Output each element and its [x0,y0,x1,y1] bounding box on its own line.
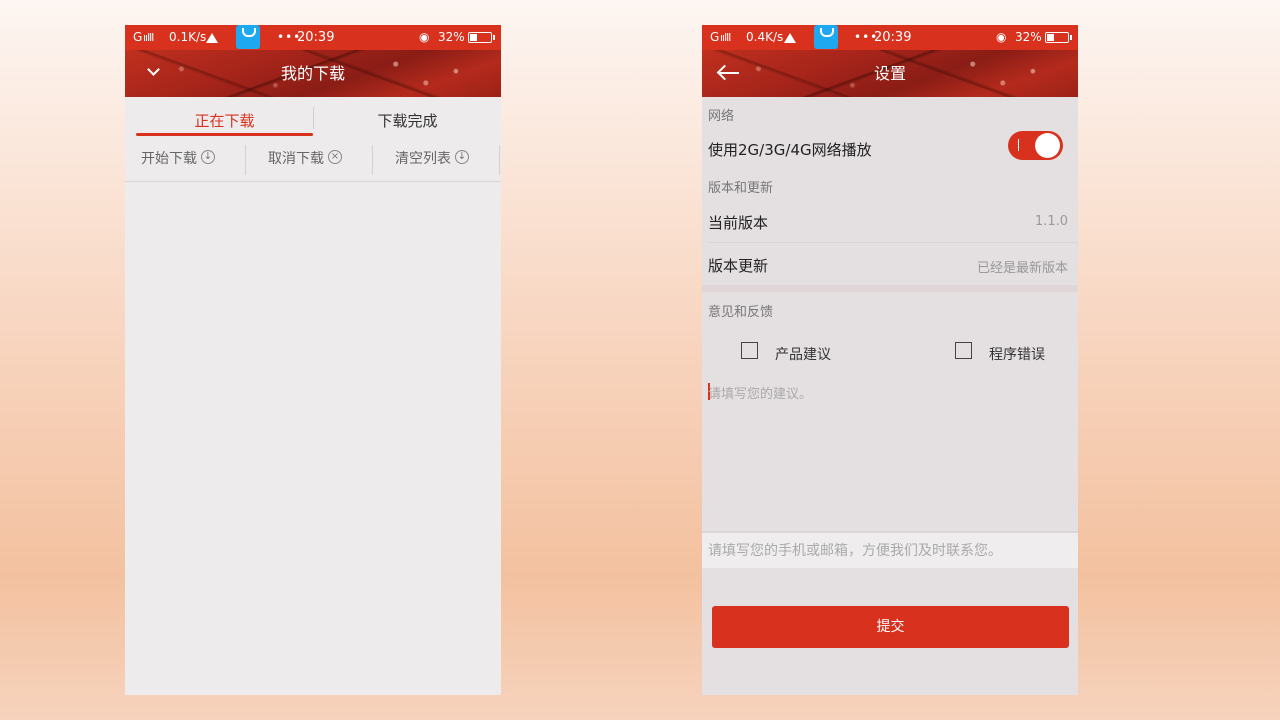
active-tab-indicator [136,133,313,136]
battery-percent: 32% [438,30,465,44]
feedback-placeholder: 请填写您的建议。 [708,387,813,402]
download-arrow-icon: ↓ [455,150,469,164]
signal-indicator: G [133,30,143,44]
current-version-value: 1.1.0 [1034,214,1068,229]
section-version: 版本和更新 [708,181,774,196]
page-title: 我的下载 [280,64,345,83]
vivo-store-icon [814,25,838,49]
submit-button[interactable]: 提交 [712,606,1069,648]
download-tabs: 正在下载 下载完成 [125,97,501,139]
clear-list-label: 清空列表 [395,151,451,167]
current-version-label: 当前版本 [708,214,769,232]
version-update-status: 已经是最新版本 [976,261,1068,276]
status-bar: G ıılll 0.1K/s ••• 20:39 ◉ 32% [125,25,501,50]
bug-report-checkbox[interactable] [955,342,972,359]
settings-screen: G ıılll 0.4K/s ••• 20:39 ◉ 32% 设置 网络 使用2… [702,25,1078,695]
signal-bars-icon: ıılll [143,31,154,44]
warning-icon [206,33,218,43]
header-banner: 我的下载 [125,50,501,97]
vivo-store-icon [236,25,260,49]
product-suggestion-label: 产品建议 [775,347,831,363]
toolbar-divider [245,145,246,175]
tab-completed[interactable]: 下载完成 [314,97,501,139]
network-playback-toggle[interactable] [1008,131,1063,160]
download-arrow-icon: ↓ [201,150,215,164]
network-playback-label: 使用2G/3G/4G网络播放 [708,141,872,159]
cancel-download-label: 取消下载 [268,151,324,167]
feedback-textarea[interactable]: 请填写您的建议。 [708,381,1072,521]
download-toolbar: 开始下载 ↓ 取消下载 × 清空列表 ↓ [125,139,501,182]
battery-icon [468,32,495,43]
product-suggestion-checkbox[interactable] [741,342,758,359]
clock: 20:39 [874,30,912,45]
toggle-knob [1035,133,1060,158]
warning-icon [784,33,796,43]
toolbar-divider [499,145,500,175]
page-title: 设置 [873,64,906,83]
start-download-button[interactable]: 开始下载 ↓ [141,139,215,181]
header-banner: 设置 [702,50,1078,97]
clear-list-button[interactable]: 清空列表 ↓ [395,139,469,181]
start-download-label: 开始下载 [141,151,197,167]
wifi-icon: ◉ [996,30,1007,44]
contact-input[interactable]: 请填写您的手机或邮箱，方便我们及时联系您。 [702,531,1078,568]
wifi-icon: ◉ [419,30,430,44]
section-band [702,285,1078,292]
signal-bars-icon: ıılll [720,31,731,44]
network-speed: 0.1K/s [169,30,207,44]
bug-report-label: 程序错误 [989,347,1045,363]
toggle-on-mark [1018,139,1019,151]
battery-icon [1045,32,1072,43]
section-feedback: 意见和反馈 [708,305,774,320]
download-screen: G ıılll 0.1K/s ••• 20:39 ◉ 32% 我的下载 正在下载… [125,25,501,695]
close-circle-icon: × [328,150,342,164]
network-speed: 0.4K/s [746,30,784,44]
version-update-label[interactable]: 版本更新 [708,255,768,276]
battery-percent: 32% [1015,30,1042,44]
toolbar-divider [372,145,373,175]
clock: 20:39 [297,30,335,45]
section-network: 网络 [708,109,735,124]
cancel-download-button[interactable]: 取消下载 × [268,139,342,181]
signal-indicator: G [710,30,720,44]
status-bar: G ıılll 0.4K/s ••• 20:39 ◉ 32% [702,25,1078,50]
row-divider [708,242,1078,243]
